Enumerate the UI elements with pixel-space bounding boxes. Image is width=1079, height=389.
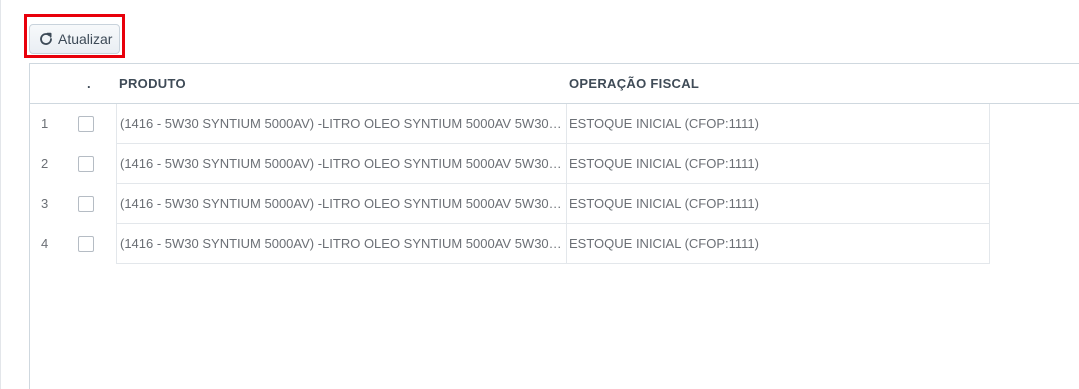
- product-cell[interactable]: (1416 - 5W30 SYNTIUM 5000AV) -LITRO OLEO…: [116, 144, 567, 184]
- table-row[interactable]: 1 (1416 - 5W30 SYNTIUM 5000AV) -LITRO OL…: [30, 104, 990, 144]
- table-row[interactable]: 3 (1416 - 5W30 SYNTIUM 5000AV) -LITRO OL…: [30, 184, 990, 224]
- refresh-icon: [40, 32, 52, 45]
- table-row[interactable]: 2 (1416 - 5W30 SYNTIUM 5000AV) -LITRO OL…: [30, 144, 990, 184]
- row-number: 3: [41, 196, 49, 211]
- table-row[interactable]: 4 (1416 - 5W30 SYNTIUM 5000AV) -LITRO OL…: [30, 224, 990, 264]
- product-cell[interactable]: (1416 - 5W30 SYNTIUM 5000AV) -LITRO OLEO…: [116, 224, 567, 264]
- fiscal-operation-cell[interactable]: ESTOQUE INICIAL (CFOP:1111): [566, 104, 990, 144]
- left-border: [0, 0, 1, 389]
- product-cell[interactable]: (1416 - 5W30 SYNTIUM 5000AV) -LITRO OLEO…: [116, 104, 567, 144]
- refresh-button[interactable]: Atualizar: [29, 24, 120, 54]
- row-checkbox[interactable]: [78, 236, 94, 252]
- header-select-column[interactable]: .: [87, 64, 91, 104]
- product-cell[interactable]: (1416 - 5W30 SYNTIUM 5000AV) -LITRO OLEO…: [116, 184, 567, 224]
- data-grid: . PRODUTO OPERAÇÃO FISCAL 1 (1416 - 5W30…: [29, 63, 1079, 389]
- header-operacao-fiscal[interactable]: OPERAÇÃO FISCAL: [569, 64, 699, 104]
- fiscal-operation-cell[interactable]: ESTOQUE INICIAL (CFOP:1111): [566, 144, 990, 184]
- row-checkbox[interactable]: [78, 116, 94, 132]
- row-number: 1: [41, 116, 49, 131]
- fiscal-operation-cell[interactable]: ESTOQUE INICIAL (CFOP:1111): [566, 224, 990, 264]
- row-checkbox[interactable]: [78, 156, 94, 172]
- fiscal-operation-cell[interactable]: ESTOQUE INICIAL (CFOP:1111): [566, 184, 990, 224]
- refresh-button-label: Atualizar: [58, 31, 113, 47]
- grid-header: . PRODUTO OPERAÇÃO FISCAL: [30, 64, 1079, 104]
- row-number: 2: [41, 156, 49, 171]
- header-produto[interactable]: PRODUTO: [119, 64, 186, 104]
- row-number: 4: [41, 236, 49, 251]
- row-checkbox[interactable]: [78, 196, 94, 212]
